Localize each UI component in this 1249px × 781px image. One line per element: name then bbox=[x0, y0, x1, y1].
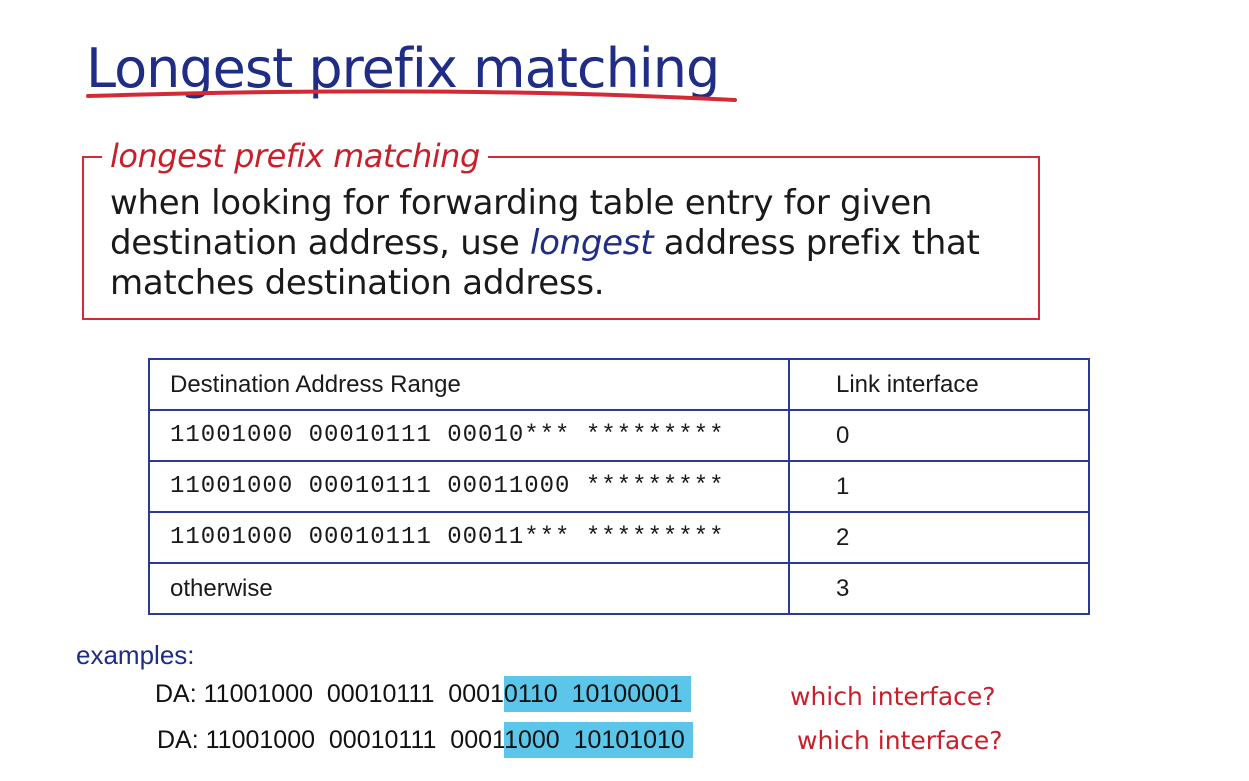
definition-label: longest prefix matching bbox=[102, 136, 488, 176]
range-cell: 11001000 00010111 00010*** ********* bbox=[148, 409, 790, 462]
link-cell: 3 bbox=[788, 562, 1090, 615]
definition-text: when looking for forwarding table entry … bbox=[110, 183, 1010, 303]
table-row: otherwise 3 bbox=[148, 562, 1090, 615]
address-highlighted-bits: 1000 10101010 bbox=[504, 722, 693, 758]
range-cell: 11001000 00010111 00011*** ********* bbox=[148, 511, 790, 564]
title-underline bbox=[86, 89, 737, 102]
range-cell: otherwise bbox=[148, 562, 790, 615]
example-address: DA: 11001000 00010111 00010110 10100001 bbox=[155, 676, 691, 712]
table-row: 11001000 00010111 00011*** ********* 2 bbox=[148, 511, 1090, 564]
table-header-row: Destination Address Range Link interface bbox=[148, 358, 1090, 411]
address-highlighted-bits: 0110 10100001 bbox=[503, 676, 691, 712]
link-cell: 2 bbox=[788, 511, 1090, 564]
example-question: which interface? bbox=[797, 726, 1003, 755]
address-prefix: DA: 11001000 00010111 0001 bbox=[155, 680, 504, 708]
example-address: DA: 11001000 00010111 00011000 10101010 bbox=[157, 722, 693, 758]
address-prefix: DA: 11001000 00010111 0001 bbox=[157, 726, 505, 754]
header-link-interface: Link interface bbox=[788, 358, 1090, 411]
definition-emphasis: longest bbox=[530, 223, 654, 263]
header-destination-range: Destination Address Range bbox=[148, 358, 790, 411]
examples-label: examples: bbox=[76, 640, 195, 670]
table-row: 11001000 00010111 00010*** ********* 0 bbox=[148, 409, 1090, 462]
example-question: which interface? bbox=[790, 682, 996, 711]
link-cell: 1 bbox=[788, 460, 1090, 513]
range-cell: 11001000 00010111 00011000 ********* bbox=[148, 460, 790, 513]
forwarding-table: Destination Address Range Link interface… bbox=[148, 358, 1090, 615]
link-cell: 0 bbox=[788, 409, 1090, 462]
table-row: 11001000 00010111 00011000 ********* 1 bbox=[148, 460, 1090, 513]
